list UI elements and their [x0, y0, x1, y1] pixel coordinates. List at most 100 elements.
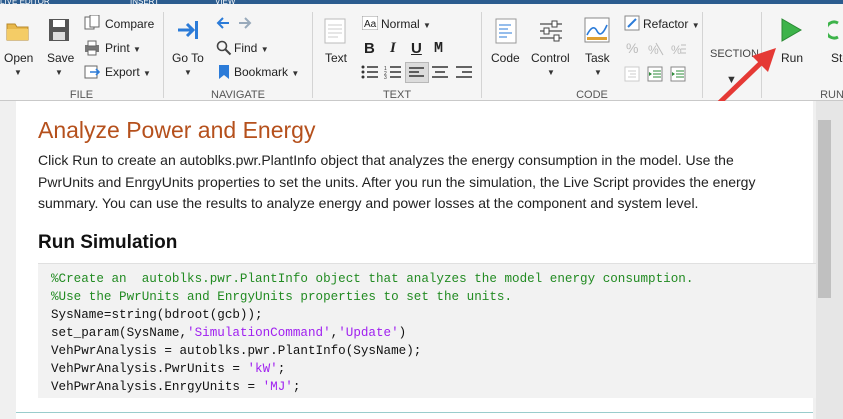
bookmark-button[interactable]: Bookmark ▼ — [234, 65, 299, 79]
italic-button[interactable]: I — [390, 40, 396, 57]
forward-arrow-icon[interactable] — [237, 15, 253, 36]
open-label: Open — [4, 51, 34, 65]
print-icon — [84, 40, 100, 61]
smart-indent-icon[interactable] — [624, 66, 640, 87]
style-select-value: Normal — [381, 17, 420, 31]
numbered-list-icon[interactable]: 123 — [384, 65, 402, 84]
step-label: Step — [831, 51, 843, 65]
goto-dropdown-caret[interactable]: ▼ — [184, 68, 192, 77]
code-label: Code — [491, 51, 520, 65]
control-button[interactable]: Control — [531, 51, 570, 65]
open-dropdown-caret[interactable]: ▼ — [14, 68, 22, 77]
code-icon — [495, 18, 517, 49]
svg-text:%: % — [671, 43, 682, 56]
refactor-icon — [624, 15, 640, 36]
decrease-indent-icon[interactable] — [647, 66, 663, 87]
page-bottom-divider — [16, 412, 813, 413]
svg-text:3: 3 — [384, 75, 387, 79]
separator-navigate — [312, 12, 313, 98]
code-token: VehPwrAnalysis.EnrgyUnits = — [51, 380, 263, 394]
group-label-navigate: NAVIGATE — [211, 89, 265, 101]
align-left-icon[interactable] — [405, 62, 429, 83]
code-line: VehPwrAnalysis.PwrUnits = 'kW'; — [51, 362, 285, 376]
code-string: 'SimulationCommand' — [187, 326, 331, 340]
code-block[interactable]: %Create an autoblks.pwr.PlantInfo object… — [38, 263, 816, 398]
text-doc-icon — [324, 18, 346, 49]
export-label: Export — [105, 65, 140, 79]
bookmark-icon — [216, 64, 232, 85]
bookmark-label: Bookmark — [234, 65, 289, 79]
open-button[interactable]: Open — [4, 51, 33, 65]
code-token: ; — [277, 362, 286, 376]
section-heading: Run Simulation — [38, 232, 178, 253]
uncomment-icon[interactable]: % — [648, 42, 664, 61]
run-label: Run — [781, 51, 804, 65]
code-token: ) — [398, 326, 407, 340]
step-button[interactable]: Step — [831, 51, 843, 65]
font-style-icon: Aa — [361, 15, 379, 35]
comment-button[interactable]: % — [626, 40, 638, 56]
code-token: ; — [292, 380, 301, 394]
page-title: Analyze Power and Energy — [38, 117, 316, 143]
underline-button[interactable]: U — [411, 40, 422, 57]
code-string: 'MJ' — [262, 380, 293, 394]
code-button[interactable]: Code — [491, 51, 520, 65]
compare-label: Compare — [105, 17, 155, 31]
monospace-button[interactable]: M — [434, 40, 443, 57]
code-string: 'kW' — [247, 362, 278, 376]
code-token: set_param(SysName, — [51, 326, 188, 340]
export-button[interactable]: Export ▼ — [105, 65, 151, 79]
text-button[interactable]: Text — [325, 51, 347, 65]
increase-indent-icon[interactable] — [670, 66, 686, 87]
code-string: 'Update' — [338, 326, 399, 340]
bold-button[interactable]: B — [364, 40, 375, 57]
control-dropdown-caret[interactable]: ▼ — [547, 68, 555, 77]
separator-file — [163, 12, 164, 98]
style-select-caret: ▼ — [423, 21, 431, 30]
goto-button[interactable]: Go To — [172, 51, 204, 65]
save-button[interactable]: Save — [47, 51, 74, 65]
find-button[interactable]: Find ▼ — [234, 41, 269, 55]
style-select[interactable]: Normal ▼ — [381, 17, 431, 31]
ribbon-toolbar: Open ▼ Save ▼ Compare Print ▼ Export ▼ F… — [0, 4, 843, 111]
refactor-label: Refactor — [643, 17, 689, 31]
svg-text:Aa: Aa — [364, 19, 377, 30]
goto-label: Go To — [172, 51, 204, 65]
text-label: Text — [325, 51, 348, 65]
group-label-text: TEXT — [382, 89, 412, 101]
save-label: Save — [47, 51, 75, 65]
align-center-icon[interactable] — [431, 65, 449, 84]
code-token: VehPwrAnalysis.PwrUnits = — [51, 362, 248, 376]
paragraph-line: Click Run to create an autoblks.pwr.Plan… — [38, 152, 734, 168]
run-button[interactable]: Run — [781, 51, 803, 65]
step-icon — [824, 19, 843, 46]
print-caret: ▼ — [133, 45, 141, 54]
group-label-file: FILE — [69, 89, 94, 101]
control-icon — [538, 18, 564, 49]
find-icon — [216, 40, 232, 61]
refactor-button[interactable]: Refactor ▼ — [643, 17, 700, 31]
scrollbar-thumb[interactable] — [818, 120, 831, 298]
code-line: SysName=string(bdroot(gcb)); — [51, 308, 263, 322]
save-icon — [48, 18, 70, 47]
bookmark-caret: ▼ — [291, 69, 300, 78]
refactor-caret: ▼ — [691, 21, 700, 30]
align-right-icon[interactable] — [455, 65, 473, 84]
export-caret: ▼ — [143, 69, 151, 78]
code-line: VehPwrAnalysis.EnrgyUnits = 'MJ'; — [51, 380, 300, 394]
task-button[interactable]: Task — [585, 51, 610, 65]
separator-code — [702, 12, 703, 98]
bullet-list-icon[interactable] — [361, 65, 379, 84]
print-label: Print — [105, 41, 130, 55]
export-icon — [84, 64, 101, 85]
print-button[interactable]: Print ▼ — [105, 41, 141, 55]
save-dropdown-caret[interactable]: ▼ — [55, 68, 63, 77]
control-label: Control — [531, 51, 570, 65]
task-dropdown-caret[interactable]: ▼ — [594, 68, 602, 77]
folder-open-icon — [6, 19, 30, 46]
run-play-icon — [779, 17, 803, 48]
back-arrow-icon[interactable] — [215, 15, 231, 36]
find-caret: ▼ — [260, 45, 269, 54]
compare-button[interactable]: Compare — [105, 17, 154, 31]
wrap-comments-icon[interactable]: % — [671, 42, 687, 61]
